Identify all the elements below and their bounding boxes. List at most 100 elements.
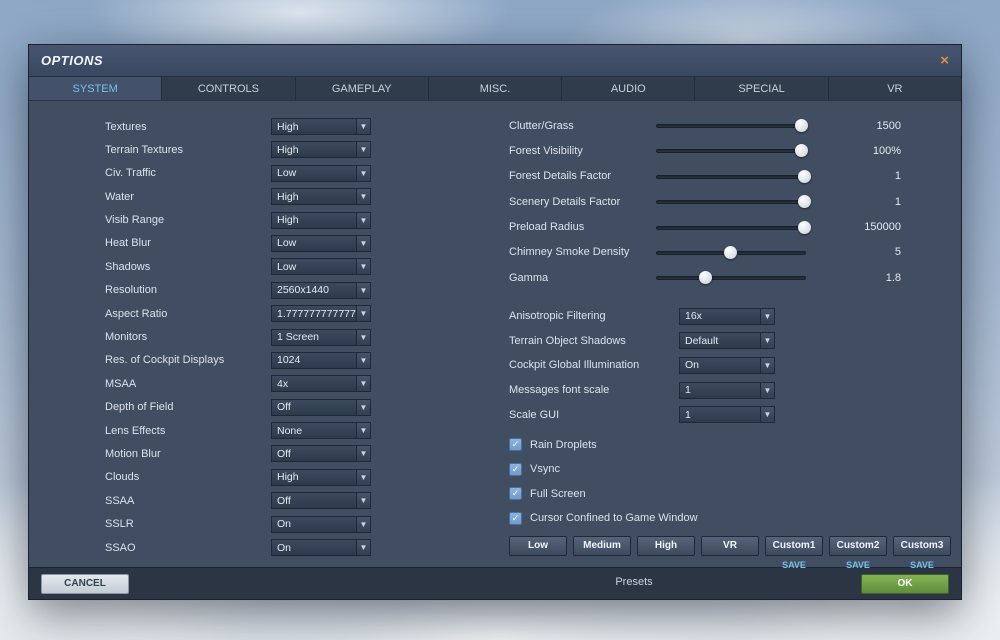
preset-label: VR xyxy=(723,540,737,551)
checkbox-row: ✓ Rain Droplets xyxy=(509,438,909,452)
slider-group: Clutter/Grass 1500 Forest Visibility xyxy=(509,117,909,286)
slider-track[interactable] xyxy=(656,226,806,230)
slider-row: Preload Radius 150000 xyxy=(509,219,909,236)
preset-button[interactable]: Medium xyxy=(573,536,631,556)
preset-button[interactable]: Low xyxy=(509,536,567,556)
preset-button[interactable]: Custom1 xyxy=(765,536,823,556)
tab[interactable]: SYSTEM xyxy=(29,77,162,100)
tab-label: CONTROLS xyxy=(198,83,259,95)
slider-track[interactable] xyxy=(656,200,806,204)
setting-dropdown[interactable]: Off ▼ xyxy=(271,445,371,462)
setting-dropdown[interactable]: Low ▼ xyxy=(271,258,371,275)
setting-dropdown[interactable]: 1024 ▼ xyxy=(271,352,371,369)
setting-dropdown[interactable]: On ▼ xyxy=(271,516,371,533)
tab[interactable]: GAMEPLAY xyxy=(296,77,429,100)
slider-handle[interactable] xyxy=(699,271,712,284)
slider[interactable] xyxy=(656,168,806,185)
checkbox[interactable]: ✓ xyxy=(509,487,522,500)
slider-value: 150000 xyxy=(806,221,909,233)
setting-dropdown[interactable]: High ▼ xyxy=(271,469,371,486)
tab-label: MISC. xyxy=(480,83,511,95)
close-icon[interactable]: × xyxy=(940,53,949,68)
tab[interactable]: CONTROLS xyxy=(162,77,295,100)
setting-dropdown[interactable]: 16x ▼ xyxy=(679,308,775,325)
slider[interactable] xyxy=(656,117,806,134)
checkbox[interactable]: ✓ xyxy=(509,512,522,525)
tab-label: SPECIAL xyxy=(738,83,784,95)
checkbox-label: Rain Droplets xyxy=(530,439,597,451)
slider-track[interactable] xyxy=(656,124,806,128)
setting-dropdown[interactable]: 4x ▼ xyxy=(271,375,371,392)
setting-dropdown[interactable]: 1 Screen ▼ xyxy=(271,329,371,346)
slider-handle[interactable] xyxy=(724,246,737,259)
setting-dropdown[interactable]: None ▼ xyxy=(271,422,371,439)
slider[interactable] xyxy=(656,142,806,159)
slider[interactable] xyxy=(656,193,806,210)
chevron-down-icon: ▼ xyxy=(356,306,370,321)
preset-label: Custom2 xyxy=(837,540,880,551)
setting-dropdown[interactable]: 1 ▼ xyxy=(679,406,775,423)
preset-button[interactable]: Custom3 xyxy=(893,536,951,556)
slider[interactable] xyxy=(656,244,806,261)
setting-dropdown[interactable]: High ▼ xyxy=(271,212,371,229)
preset-button[interactable]: Custom2 xyxy=(829,536,887,556)
slider[interactable] xyxy=(656,269,806,286)
setting-row: Terrain Textures High ▼ xyxy=(105,141,405,158)
preset-save-link[interactable]: SAVE xyxy=(765,560,823,570)
tab[interactable]: MISC. xyxy=(429,77,562,100)
setting-dropdown[interactable]: Off ▼ xyxy=(271,492,371,509)
setting-dropdown[interactable]: Low ▼ xyxy=(271,235,371,252)
tab[interactable]: VR xyxy=(829,77,961,100)
setting-dropdown[interactable]: 2560x1440 ▼ xyxy=(271,282,371,299)
chevron-down-icon: ▼ xyxy=(356,259,370,274)
checkbox[interactable]: ✓ xyxy=(509,438,522,451)
spacer xyxy=(509,431,909,438)
checkbox-group: ✓ Rain Droplets ✓ Vsync ✓ Full Screen xyxy=(509,438,909,526)
slider[interactable] xyxy=(656,219,806,236)
slider-row: Forest Details Factor 1 xyxy=(509,168,909,185)
setting-row: Shadows Low ▼ xyxy=(105,258,405,275)
tab[interactable]: AUDIO xyxy=(562,77,695,100)
setting-dropdown[interactable]: On ▼ xyxy=(271,539,371,556)
setting-dropdown[interactable]: On ▼ xyxy=(679,357,775,374)
setting-row: SSLR On ▼ xyxy=(105,516,405,533)
tab[interactable]: SPECIAL xyxy=(695,77,828,100)
preset-button[interactable]: High xyxy=(637,536,695,556)
slider-label: Chimney Smoke Density xyxy=(509,246,656,258)
dropdown-value: 2560x1440 xyxy=(272,284,356,296)
slider-row: Gamma 1.8 xyxy=(509,269,909,286)
chevron-down-icon: ▼ xyxy=(356,517,370,532)
preset-button[interactable]: VR xyxy=(701,536,759,556)
setting-dropdown[interactable]: 1 ▼ xyxy=(679,382,775,399)
preset-label: Low xyxy=(528,540,548,551)
slider-value: 1 xyxy=(806,170,909,182)
setting-dropdown[interactable]: Low ▼ xyxy=(271,165,371,182)
setting-dropdown[interactable]: High ▼ xyxy=(271,118,371,135)
slider-track[interactable] xyxy=(656,149,806,153)
slider-label: Clutter/Grass xyxy=(509,120,656,132)
preset-save-link[interactable]: SAVE xyxy=(893,560,951,570)
slider-track[interactable] xyxy=(656,175,806,179)
tab-label: GAMEPLAY xyxy=(332,83,392,95)
slider-value: 5 xyxy=(806,246,909,258)
preset-label: Medium xyxy=(583,540,621,551)
setting-label: Anisotropic Filtering xyxy=(509,310,679,322)
checkbox[interactable]: ✓ xyxy=(509,463,522,476)
preset-save-link[interactable]: SAVE xyxy=(829,560,887,570)
cancel-button[interactable]: CANCEL xyxy=(41,574,129,594)
setting-dropdown[interactable]: High ▼ xyxy=(271,188,371,205)
slider-handle[interactable] xyxy=(795,119,808,132)
preset-cell: Custom1 SAVE xyxy=(765,536,823,570)
slider-handle[interactable] xyxy=(795,144,808,157)
preset-cell: Custom3 SAVE xyxy=(893,536,951,570)
setting-dropdown[interactable]: Default ▼ xyxy=(679,332,775,349)
slider-handle[interactable] xyxy=(798,221,811,234)
dropdown-value: 1 xyxy=(680,384,760,396)
checkbox-label: Cursor Confined to Game Window xyxy=(530,512,698,524)
slider-track[interactable] xyxy=(656,276,806,280)
slider-handle[interactable] xyxy=(798,170,811,183)
setting-dropdown[interactable]: Off ▼ xyxy=(271,399,371,416)
setting-dropdown[interactable]: 1.7777777777778 ▼ xyxy=(271,305,371,322)
slider-handle[interactable] xyxy=(798,195,811,208)
setting-dropdown[interactable]: High ▼ xyxy=(271,141,371,158)
